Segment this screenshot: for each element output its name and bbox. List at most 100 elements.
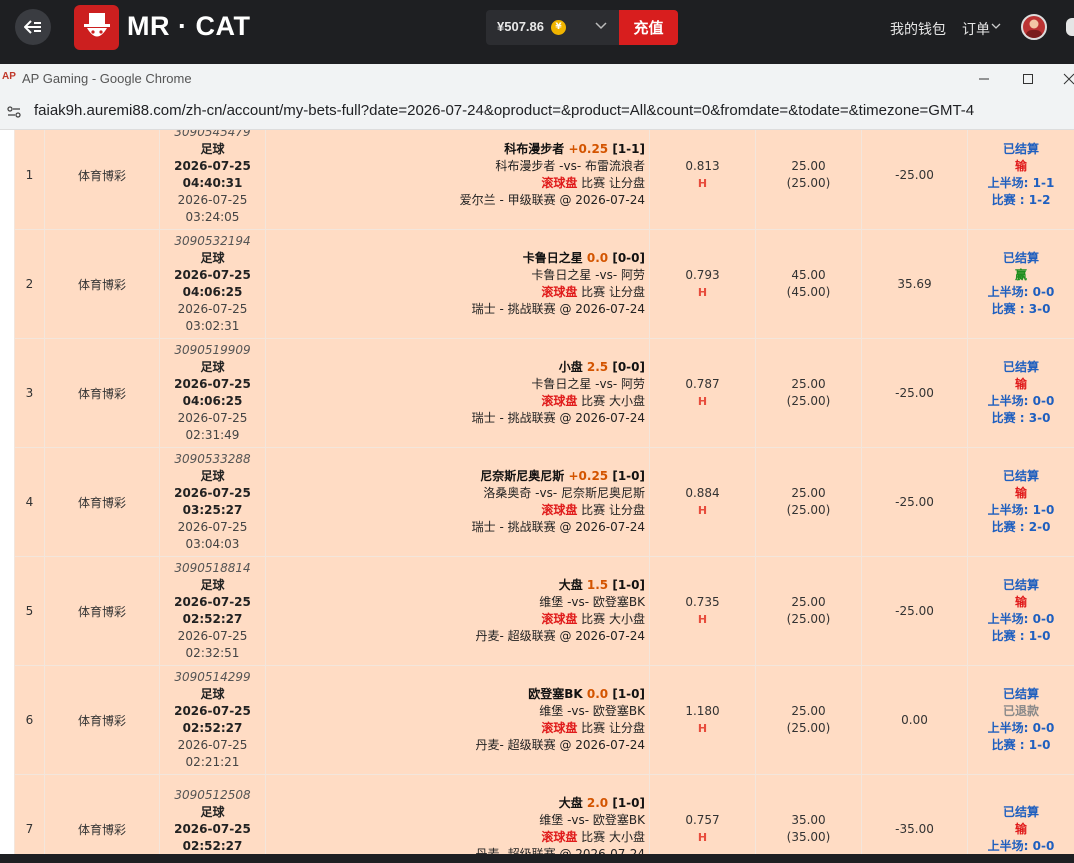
placed-time: 02:32:51 (185, 646, 240, 660)
bet-info-cell: 3090512508足球2026-07-2502:52:272026-07-25 (159, 774, 266, 854)
bet-id: 3090512508 (174, 787, 251, 802)
placed-date: 2026-07-25 (177, 738, 248, 752)
balance-dropdown[interactable]: ¥507.86 ¥ (486, 10, 620, 45)
my-wallet-link[interactable]: 我的钱包 (890, 19, 946, 39)
live-badge: 滚球盘 (541, 394, 578, 408)
market-name: 比赛 大小盘 (581, 830, 645, 844)
bet-row: 1 体育博彩 3090545479 足球 2026-07-25 04:40:31 2026-… (14, 130, 1074, 230)
collapse-menu-button[interactable] (15, 9, 51, 45)
selection-pick: 科布漫步者 (504, 142, 565, 156)
bet-info-cell: 3090533288 足球 2026-07-25 03:25:27 2026-07-25… (159, 447, 266, 557)
stake-cell: 25.00 (25.00) (755, 338, 862, 448)
odds-type: H (697, 722, 708, 735)
maximize-button[interactable] (1019, 70, 1037, 88)
odds-cell: 1.180 H (649, 665, 756, 775)
live-badge: 滚球盘 (541, 830, 578, 844)
selection-pick: 欧登塞BK (528, 687, 583, 701)
actual-stake: (25.00) (786, 721, 831, 735)
app-logo-icon: AP (2, 71, 16, 82)
placed-date: 2026-07-25 (177, 411, 248, 425)
selection-title: 大盘 2.0 [1-0] (266, 795, 645, 812)
odds-value: 0.884 (685, 486, 720, 500)
bet-time: 02:52:27 (182, 612, 243, 626)
odds-value: 0.793 (685, 268, 720, 282)
placed-date: 2026-07-25 (177, 520, 248, 534)
coin-icon: ¥ (551, 20, 566, 35)
market-line: 滚球盘 比赛 大小盘 (266, 829, 645, 846)
bet-info-cell: 3090514299 足球 2026-07-25 02:52:27 2026-07-25… (159, 665, 266, 775)
sport-name: 足球 (200, 251, 225, 265)
page-content: 1 体育博彩 3090545479 足球 2026-07-25 04:40:31 2026-… (0, 130, 1074, 854)
chevron-down-icon (595, 22, 607, 30)
row-number: 7 (14, 774, 45, 854)
row-number: 4 (14, 447, 45, 557)
market-name: 比赛 大小盘 (581, 612, 645, 626)
selection-cell: 卡鲁日之星 0.0 [0-0] 卡鲁日之星 -vs- 阿劳 滚球盘 比赛 让分盘 瑞士… (265, 229, 650, 339)
bet-id: 3090514299 (174, 670, 251, 684)
league-name: 爱尔兰 - 甲级联赛 @ 2026-07-24 (459, 193, 645, 207)
notification-icon[interactable] (1066, 18, 1074, 36)
site-settings-icon[interactable] (6, 104, 22, 120)
result-badge: 输 (1014, 821, 1027, 836)
odds-type: H (697, 613, 708, 626)
winloss-cell: 0.00 (861, 665, 968, 775)
winloss-cell: -25.00 (861, 130, 968, 230)
user-avatar[interactable] (1021, 14, 1047, 40)
deposit-button[interactable]: 充值 (619, 10, 678, 45)
row-number: 1 (14, 130, 45, 230)
result-badge: 输 (1014, 159, 1027, 173)
bet-row: 7体育博彩3090512508足球2026-07-2502:52:272026-… (14, 774, 1074, 854)
match-teams: 科布漫步者 -vs- 布雷流浪者 (495, 159, 645, 173)
winloss-cell: -35.00 (861, 774, 968, 854)
bet-info-cell: 3090545479 足球 2026-07-25 04:40:31 2026-07-25… (159, 130, 266, 230)
selection-title: 小盘 2.5 [0-0] (266, 359, 645, 376)
selection-pick: 大盘 (558, 796, 583, 810)
bet-time: 02:52:27 (182, 838, 243, 853)
selection-score: [1-0] (612, 796, 645, 810)
half-time-score: 上半场: 0-0 (987, 285, 1055, 299)
product-cell: 体育博彩 (44, 447, 160, 557)
placed-time: 03:04:03 (185, 537, 240, 551)
browser-window: AP AP Gaming - Google Chrome faiak9h.aur… (0, 64, 1074, 854)
minimize-button[interactable] (975, 70, 993, 88)
stake-cell: 25.00 (25.00) (755, 665, 862, 775)
stake-amount: 25.00 (791, 159, 826, 173)
actual-stake: (25.00) (786, 503, 831, 517)
sport-name: 足球 (200, 578, 225, 592)
status-cell: 已结算输上半场: 1-0 比赛 : 2-0 (967, 447, 1074, 557)
selection-cell: 欧登塞BK 0.0 [1-0] 维堡 -vs- 欧登塞BK 滚球盘 比赛 让分盘 丹麦… (265, 665, 650, 775)
stake-cell: 25.00 (25.00) (755, 130, 862, 230)
bet-id: 3090519909 (174, 343, 251, 357)
row-number: 3 (14, 338, 45, 448)
odds-value: 1.180 (685, 704, 720, 718)
address-bar: faiak9h.auremi88.com/zh-cn/account/my-be… (0, 94, 1074, 130)
result-badge: 输 (1014, 486, 1027, 500)
market-line: 滚球盘 比赛 让分盘 (266, 720, 645, 737)
selection-score: [1-1] (612, 142, 645, 156)
bet-date: 2026-07-25 (174, 595, 251, 609)
odds-cell: 0.813 H (649, 130, 756, 230)
brand-name: MR · CAT (127, 11, 251, 41)
full-time-score: 比赛 : 3-0 (991, 302, 1051, 316)
winloss-cell: -25.00 (861, 338, 968, 448)
url-text[interactable]: faiak9h.auremi88.com/zh-cn/account/my-be… (34, 102, 974, 119)
product-cell: 体育博彩 (44, 229, 160, 339)
orders-menu[interactable]: 订单 (962, 19, 990, 39)
match-teams: 卡鲁日之星 -vs- 阿劳 (531, 377, 645, 391)
selection-handicap: 0.0 (586, 687, 609, 701)
brand-logo[interactable] (74, 5, 119, 50)
status-badge: 已结算 (1002, 142, 1039, 156)
odds-type: H (697, 831, 708, 844)
bet-time: 03:25:27 (182, 503, 243, 517)
bet-id: 3090518814 (174, 561, 251, 575)
close-button[interactable] (1060, 70, 1074, 88)
full-time-score: 比赛 : 1-0 (991, 738, 1051, 752)
live-badge: 滚球盘 (541, 721, 578, 735)
stake-cell: 35.00 (35.00) (755, 774, 862, 854)
user-icon (1026, 19, 1042, 38)
league-name: 丹麦- 超级联赛 @ 2026-07-24 (475, 629, 645, 643)
status-cell: 已结算输上半场: 0-0 比赛 : 1-0 (967, 556, 1074, 666)
actual-stake: (25.00) (786, 612, 831, 626)
odds-value: 0.813 (685, 159, 720, 173)
row-number: 2 (14, 229, 45, 339)
